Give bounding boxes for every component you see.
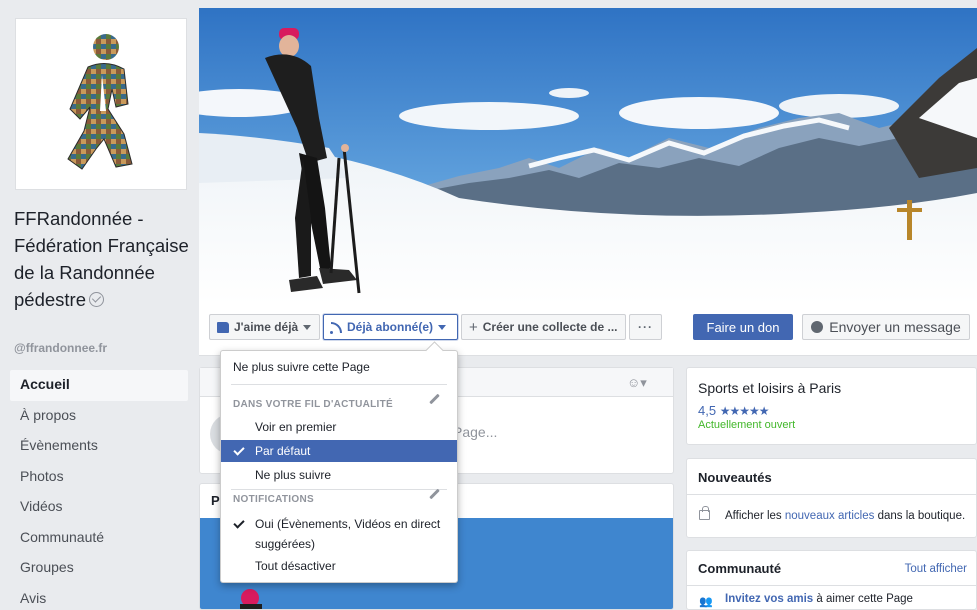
menu-section-feed: DANS VOTRE FIL D'ACTUALITÉ [233, 399, 393, 410]
chevron-down-icon [438, 324, 447, 330]
open-status: Actuellement ouvert [698, 419, 796, 431]
verified-check-icon [89, 291, 104, 307]
menu-item-notifications-on[interactable]: Oui (Évènements, Vidéos en direct [221, 513, 457, 535]
menu-item-see-first[interactable]: Voir en premier [221, 416, 457, 438]
notifications-on-line2: suggérées) [255, 537, 316, 551]
page-title: FFRandonnée - Fédération Française de la… [14, 205, 194, 313]
nav-item-community[interactable]: Communauté [10, 523, 188, 554]
like-button[interactable]: J'aime déjà [209, 314, 320, 340]
more-options-button[interactable]: ··· [629, 314, 662, 340]
page-action-bar: J'aime déjà Déjà abonné(e) + Créer une c… [199, 304, 977, 356]
rss-icon [330, 321, 342, 334]
invite-friends-row: Invitez vos amis à aimer cette Page [725, 593, 913, 605]
community-card-title: Communauté [698, 561, 782, 576]
nav-item-events[interactable]: Évènements [10, 431, 188, 462]
fundraiser-label: Créer une collecte de ... [482, 320, 618, 334]
shop-notice-prefix: Afficher les [725, 510, 785, 522]
check-icon [233, 444, 245, 456]
menu-item-notifications-off[interactable]: Tout désactiver [221, 555, 457, 577]
subscribe-dropdown-menu: Ne plus suivre cette Page DANS VOTRE FIL… [220, 350, 458, 583]
nav-item-reviews[interactable]: Avis [10, 584, 188, 610]
notifications-on-line1: Oui (Évènements, Vidéos en direct [255, 517, 441, 531]
pencil-icon[interactable] [429, 488, 440, 500]
profile-picture[interactable] [15, 18, 187, 190]
shop-notice-suffix: dans la boutique. [874, 510, 966, 522]
page-handle[interactable]: @ffrandonnee.fr [14, 341, 107, 355]
photos-card-title: P [211, 493, 220, 508]
community-card: Communauté Tout afficher 👥 Invitez vos a… [686, 550, 977, 610]
nav-item-videos[interactable]: Vidéos [10, 492, 188, 523]
people-icon: 👥 [699, 596, 713, 608]
thumbs-up-icon [217, 321, 229, 333]
menu-item-unfollow-page[interactable]: Ne plus suivre cette Page [221, 356, 457, 378]
check-icon [233, 517, 245, 529]
cover-photo[interactable] [199, 8, 977, 304]
nav-item-photos[interactable]: Photos [10, 462, 188, 493]
divider [687, 494, 976, 495]
nav-item-groups[interactable]: Groupes [10, 553, 188, 584]
message-label: Envoyer un message [829, 319, 961, 335]
page-info-card: Sports et loisirs à Paris 4,5 ★★★★★ Actu… [686, 367, 977, 445]
plus-icon: + [469, 318, 478, 336]
rating-stars-icon: ★★★★★ [719, 404, 770, 418]
news-card-title: Nouveautés [698, 470, 772, 485]
invite-friends-link[interactable]: Invitez vos amis [725, 593, 813, 605]
page-rating[interactable]: 4,5 ★★★★★ [698, 403, 769, 418]
shopping-bag-icon [699, 506, 710, 520]
chevron-down-icon [303, 324, 312, 330]
subscribe-label: Déjà abonné(e) [347, 320, 434, 334]
ffrandonnee-logo [67, 34, 133, 170]
messenger-icon [811, 321, 824, 333]
create-fundraiser-button[interactable]: + Créer une collecte de ... [461, 314, 626, 340]
left-navigation: Accueil À propos Évènements Photos Vidéo… [10, 370, 188, 610]
divider [231, 489, 447, 490]
menu-item-unfollow[interactable]: Ne plus suivre [221, 464, 457, 486]
invite-friends-suffix: à aimer cette Page [813, 593, 913, 605]
compose-input[interactable]: Page... [453, 424, 497, 440]
divider [687, 585, 976, 586]
see-all-link[interactable]: Tout afficher [905, 563, 967, 575]
news-card: Nouveautés Afficher les nouveaux article… [686, 458, 977, 538]
divider [231, 384, 447, 385]
pencil-icon[interactable] [429, 393, 440, 405]
cover-image [199, 8, 977, 304]
menu-item-default[interactable]: Par défaut [221, 440, 457, 462]
rating-value: 4,5 [698, 403, 717, 418]
page-category[interactable]: Sports et loisirs à Paris [698, 380, 841, 396]
audience-selector-icon[interactable]: ☺▾ [627, 375, 647, 391]
new-articles-link[interactable]: nouveaux articles [785, 510, 875, 522]
like-label: J'aime déjà [234, 320, 299, 334]
send-message-button[interactable]: Envoyer un message [802, 314, 970, 340]
nav-item-home[interactable]: Accueil [10, 370, 188, 401]
subscribe-button[interactable]: Déjà abonné(e) [323, 314, 458, 340]
donate-button[interactable]: Faire un don [693, 314, 793, 340]
menu-section-notifications: NOTIFICATIONS [233, 494, 314, 505]
shop-notice: Afficher les nouveaux articles dans la b… [725, 510, 965, 522]
menu-item-default-label: Par défaut [255, 444, 311, 458]
nav-item-about[interactable]: À propos [10, 401, 188, 432]
